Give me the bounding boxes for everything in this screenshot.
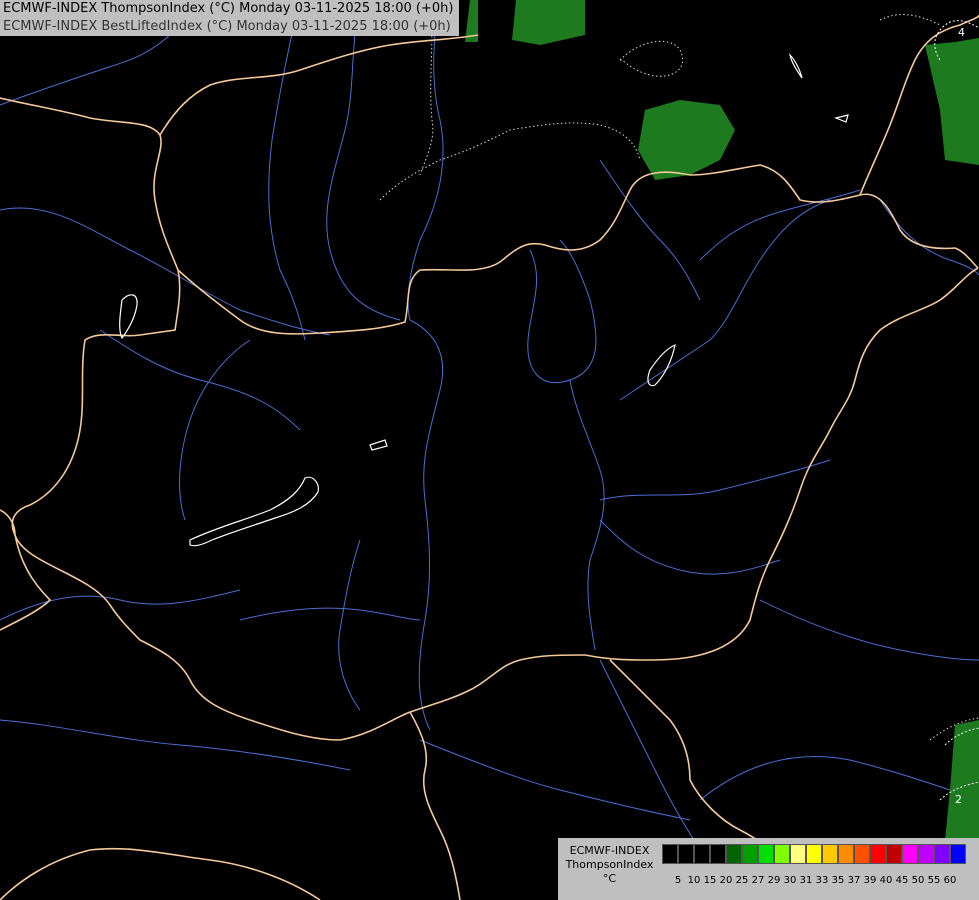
legend-tick-label: 31: [799, 875, 813, 886]
legend-tick-label: 25: [735, 875, 749, 886]
legend-tick-label: 5: [674, 875, 682, 886]
contour-label-4: 4: [958, 26, 965, 39]
legend-tick-label: 60: [943, 875, 957, 886]
legend-ticks: 5 10 15 20 25 27 29 30 31 33 35 37 39 40 45 50 55 60: [662, 875, 979, 889]
map-header: ECMWF-INDEX ThompsonIndex (°C) Monday 03…: [0, 0, 460, 36]
legend-title: ECMWF-INDEX ThompsonIndex °C: [558, 844, 661, 886]
legend-swatch: [678, 844, 694, 864]
map-background: [0, 0, 979, 900]
weather-map[interactable]: 4 2: [0, 0, 979, 900]
legend-tick-label: 50: [911, 875, 925, 886]
legend-swatch: [662, 844, 678, 864]
header-line-1: ECMWF-INDEX ThompsonIndex (°C) Monday 03…: [3, 1, 454, 16]
legend-tick-label: 40: [879, 875, 893, 886]
legend-swatch: [950, 844, 966, 864]
legend-swatch: [854, 844, 870, 864]
header-line-2: ECMWF-INDEX BestLiftedIndex (°C) Monday …: [3, 19, 451, 34]
legend-tick-label: 33: [815, 875, 829, 886]
legend-swatch: [742, 844, 758, 864]
legend-swatches: [662, 844, 966, 864]
legend-tick-label: 29: [767, 875, 781, 886]
legend-tick-label: 27: [751, 875, 765, 886]
legend-swatch: [694, 844, 710, 864]
legend-tick-label: 10: [687, 875, 701, 886]
legend-swatch: [726, 844, 742, 864]
legend-tick-label: 55: [927, 875, 941, 886]
legend-field: ThompsonIndex: [565, 858, 654, 871]
contour-label-2: 2: [955, 793, 962, 806]
legend-swatch: [934, 844, 950, 864]
legend-swatch: [790, 844, 806, 864]
legend-tick-label: 20: [719, 875, 733, 886]
legend-tick-label: 15: [703, 875, 717, 886]
color-legend: ECMWF-INDEX ThompsonIndex °C 5 10 15 20 25 27…: [558, 838, 979, 900]
legend-tick-label: 45: [895, 875, 909, 886]
legend-swatch: [806, 844, 822, 864]
legend-swatch: [774, 844, 790, 864]
legend-unit: °C: [602, 872, 617, 885]
legend-swatch: [822, 844, 838, 864]
legend-model: ECMWF-INDEX: [569, 844, 650, 857]
legend-tick-label: 39: [863, 875, 877, 886]
legend-tick-label: 35: [831, 875, 845, 886]
legend-swatch: [838, 844, 854, 864]
legend-swatch: [918, 844, 934, 864]
legend-tick-label: 30: [783, 875, 797, 886]
legend-swatch: [710, 844, 726, 864]
legend-swatch: [902, 844, 918, 864]
legend-swatch: [886, 844, 902, 864]
legend-tick-label: 37: [847, 875, 861, 886]
legend-swatch: [758, 844, 774, 864]
legend-swatch: [870, 844, 886, 864]
